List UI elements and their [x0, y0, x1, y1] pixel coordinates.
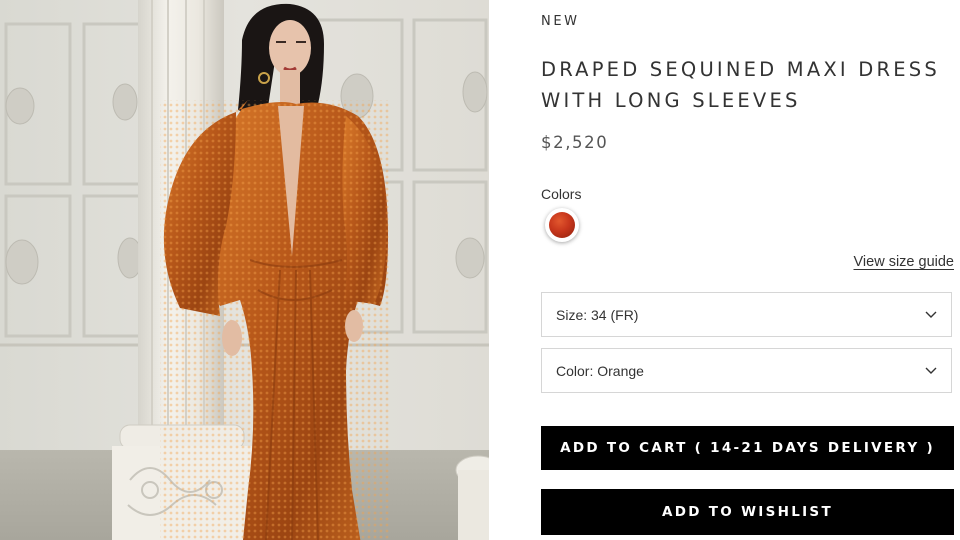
add-to-wishlist-button[interactable]: ADD TO WISHLIST [541, 489, 954, 535]
colors-label: Colors [541, 186, 582, 202]
product-photo[interactable] [0, 0, 489, 540]
product-price: $2,520 [541, 133, 609, 152]
color-select-label: Color: Orange [556, 362, 644, 379]
view-size-guide-link[interactable]: View size guide [854, 254, 955, 270]
color-swatch-orange[interactable] [545, 208, 579, 242]
add-to-cart-button[interactable]: ADD TO CART ( 14-21 DAYS DELIVERY ) [541, 426, 954, 470]
color-select[interactable]: Color: Orange [541, 348, 952, 393]
product-title: DRAPED SEQUINED MAXI DRESS WITH LONG SLE… [541, 58, 940, 112]
size-select[interactable]: Size: 34 (FR) [541, 292, 952, 337]
size-select-label: Size: 34 (FR) [556, 306, 639, 323]
chevron-down-icon [925, 367, 937, 374]
swatch-fill [549, 212, 575, 238]
chevron-down-icon [925, 311, 937, 318]
new-badge: NEW [541, 14, 580, 29]
product-info-panel: NEW DRAPED SEQUINED MAXI DRESS WITH LONG… [541, 0, 954, 540]
